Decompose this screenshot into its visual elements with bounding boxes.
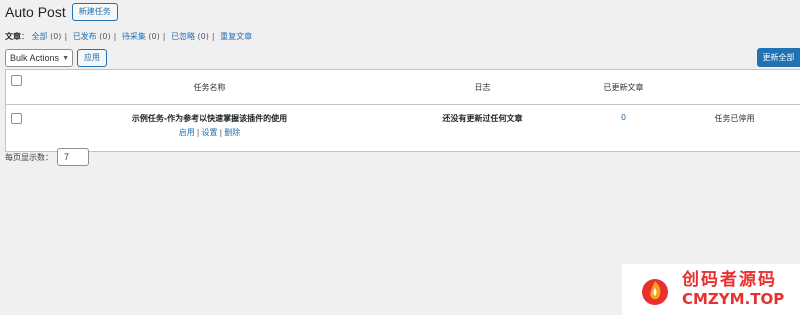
column-header-updated[interactable]: 已更新文章 xyxy=(578,69,669,105)
task-name: 示例任务-作为参考以快速掌握该插件的使用 xyxy=(131,114,288,123)
updated-count-cell: 0 xyxy=(579,105,669,152)
filter-ignored-count: (0) xyxy=(197,32,209,41)
watermark: 创码者源码 CMZYM.TOP xyxy=(622,264,800,315)
task-status: 任务已停用 xyxy=(714,114,755,123)
bulk-actions-select[interactable]: Bulk Actions ▼ xyxy=(5,49,73,67)
separator: | xyxy=(64,32,68,41)
updated-count-link[interactable]: 0 xyxy=(621,113,626,122)
separator: | xyxy=(162,32,166,41)
chevron-down-icon: ▼ xyxy=(62,54,69,62)
page-title: Auto Post xyxy=(5,4,66,20)
separator: | xyxy=(219,128,223,137)
separator: | xyxy=(211,32,215,41)
watermark-text-en: CMZYM.TOP xyxy=(682,290,785,308)
filter-all-link[interactable]: 全部 xyxy=(32,32,48,41)
row-select-cell xyxy=(6,105,33,152)
task-settings-link[interactable]: 设置 xyxy=(202,128,218,137)
enable-task-link[interactable]: 启用 xyxy=(179,128,195,137)
page-header: Auto Post 新建任务 xyxy=(5,2,118,22)
watermark-text-cn: 创码者源码 xyxy=(682,270,777,290)
apply-button[interactable]: 应用 xyxy=(77,49,107,67)
bulk-actions-bar: Bulk Actions ▼ 应用 xyxy=(5,48,107,68)
tasks-table: 任务名称 日志 已更新文章 示例任务-作为参考以快速掌握该插件的使用 启用 | 设置… xyxy=(5,69,800,152)
separator: | xyxy=(113,32,117,41)
select-all-checkbox[interactable] xyxy=(11,74,22,86)
filter-all-count: (0) xyxy=(50,32,62,41)
per-page-input[interactable]: 7 xyxy=(57,148,89,166)
filter-pending-count: (0) xyxy=(148,32,160,41)
per-page-label: 每页显示数： xyxy=(5,152,53,162)
bulk-actions-value: Bulk Actions xyxy=(10,53,60,63)
task-log: 还没有更新过任何文章 xyxy=(442,114,523,123)
status-filter-links: 文章： 全部 (0) | 已发布 (0) | 待采集 (0) | 已忽略 (0) | 重… xyxy=(5,31,252,43)
task-name-cell: 示例任务-作为参考以快速掌握该插件的使用 启用 | 设置 | 删除 xyxy=(33,105,387,152)
row-checkbox[interactable] xyxy=(11,113,22,124)
column-header-name[interactable]: 任务名称 xyxy=(32,69,387,105)
table-row: 示例任务-作为参考以快速掌握该插件的使用 启用 | 设置 | 删除 还没有更新过任何文章… xyxy=(6,105,800,152)
filter-ignored-link[interactable]: 已忽略 xyxy=(171,32,195,41)
filter-label: 文章 xyxy=(5,32,21,41)
separator: | xyxy=(196,128,200,137)
filter-published-link[interactable]: 已发布 xyxy=(73,32,97,41)
add-new-task-button[interactable]: 新建任务 xyxy=(71,3,118,21)
select-all-cell xyxy=(5,69,33,105)
column-header-status xyxy=(668,69,800,105)
column-header-log[interactable]: 日志 xyxy=(386,69,579,105)
table-header-row: 任务名称 日志 已更新文章 xyxy=(5,69,800,105)
filter-pending-link[interactable]: 待采集 xyxy=(122,32,146,41)
duplicate-posts-link[interactable]: 重复文章 xyxy=(220,32,252,41)
row-actions: 启用 | 设置 | 删除 xyxy=(34,127,386,138)
filter-colon: ： xyxy=(21,32,29,41)
update-all-button[interactable]: 更新全部 xyxy=(757,48,800,67)
flame-logo-icon xyxy=(642,278,668,305)
per-page-control: 每页显示数： 7 xyxy=(5,148,89,166)
delete-task-link[interactable]: 删除 xyxy=(224,128,240,137)
filter-published-count: (0) xyxy=(99,32,111,41)
